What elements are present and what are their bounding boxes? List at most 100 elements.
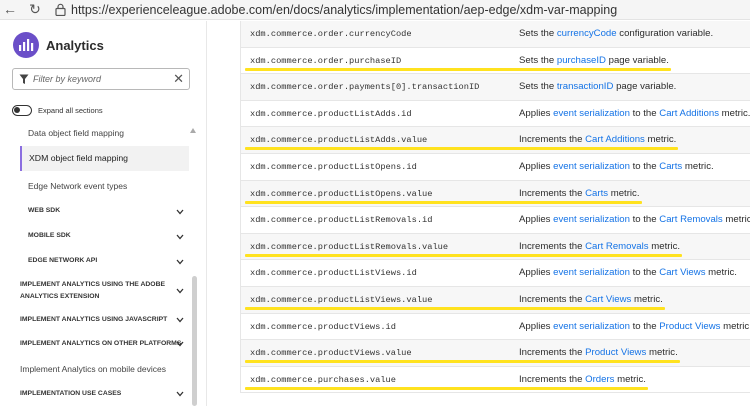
- xdm-field-code: xdm.commerce.productListRemovals.id: [250, 215, 433, 226]
- xdm-field-code: xdm.commerce.productListViews.id: [250, 268, 417, 279]
- description-link[interactable]: Cart Additions: [659, 108, 719, 119]
- description-text: Sets the: [519, 81, 557, 93]
- nav-item-label: EDGE NETWORK API: [28, 257, 98, 264]
- xdm-field-code: xdm.commerce.productListAdds.value: [250, 135, 428, 146]
- filter-funnel-icon: [19, 74, 29, 84]
- description-text: to the: [629, 320, 660, 332]
- description-text: Applies: [519, 320, 554, 332]
- expand-all-toggle[interactable]: [12, 105, 32, 116]
- description-link[interactable]: purchaseID: [557, 55, 606, 66]
- description-text: metric.: [614, 373, 646, 385]
- field-description: Increments the Cart Removals metric.: [519, 241, 680, 252]
- nav-item-label: IMPLEMENTATION USE CASES: [20, 390, 122, 397]
- filter-box[interactable]: ✕: [12, 68, 190, 90]
- description-link[interactable]: event serialization: [553, 214, 630, 225]
- description-text: Sets the: [519, 28, 557, 39]
- table-row: xdm.commerce.order.purchaseID Sets the pu…: [241, 47, 750, 75]
- main-content: xdm.commerce.order.currencyCode Sets the …: [208, 21, 750, 406]
- yellow-highlight-underline: [245, 147, 678, 151]
- description-link[interactable]: Cart Additions: [585, 134, 645, 145]
- description-link[interactable]: event serialization: [553, 321, 630, 332]
- chevron-down-icon[interactable]: [176, 288, 184, 294]
- yellow-highlight-underline: [245, 200, 642, 204]
- table-row: xdm.commerce.productListOpens.id Applies …: [241, 153, 750, 181]
- scroll-up-icon[interactable]: [190, 128, 196, 133]
- description-link[interactable]: Cart Removals: [659, 214, 722, 225]
- description-link[interactable]: event serialization: [553, 161, 630, 172]
- description-link[interactable]: Cart Views: [585, 294, 631, 305]
- table-row: xdm.commerce.productViews.value Increment…: [241, 340, 750, 367]
- back-arrow-icon[interactable]: ←: [2, 1, 18, 17]
- description-text: metric.: [720, 320, 750, 332]
- description-link[interactable]: Orders: [585, 374, 614, 385]
- description-text: to the: [629, 214, 660, 226]
- field-description: Increments the Cart Additions metric.: [519, 134, 676, 145]
- xdm-field-code: xdm.commerce.productListRemovals.value: [250, 241, 449, 252]
- description-link[interactable]: Carts: [659, 161, 682, 172]
- field-description: Applies event serialization to the Cart …: [519, 108, 750, 119]
- description-text: metric.: [682, 160, 714, 172]
- description-link[interactable]: Cart Views: [659, 267, 705, 278]
- description-text: Applies: [519, 107, 554, 119]
- description-text: Sets the: [519, 54, 557, 66]
- description-link[interactable]: Product Views: [659, 321, 720, 332]
- description-text: metric.: [648, 240, 681, 252]
- xdm-field-code: xdm.commerce.productListAdds.id: [250, 108, 412, 119]
- yellow-highlight-underline: [245, 67, 671, 71]
- description-link[interactable]: event serialization: [553, 267, 630, 278]
- address-bar-url[interactable]: https://experienceleague.adobe.com/en/do…: [71, 3, 617, 17]
- xdm-field-code: xdm.commerce.order.currencyCode: [250, 29, 412, 39]
- table-row: xdm.commerce.productListRemovals.id Appli…: [241, 207, 750, 234]
- table-row: xdm.commerce.productListViews.value Incre…: [241, 286, 750, 314]
- table-row: xdm.commerce.purchases.value Increments t…: [241, 366, 750, 394]
- yellow-highlight-underline: [245, 360, 680, 364]
- description-link[interactable]: transactionID: [557, 81, 614, 92]
- filter-input[interactable]: [33, 71, 173, 87]
- chevron-down-icon[interactable]: [176, 259, 184, 265]
- xdm-field-code: xdm.commerce.purchases.value: [250, 374, 396, 385]
- browser-toolbar: ← ↻ https://experienceleague.adobe.com/e…: [0, 0, 750, 20]
- description-link[interactable]: Carts: [585, 188, 608, 199]
- app-title: Analytics: [46, 38, 104, 53]
- chevron-down-icon[interactable]: [176, 341, 184, 347]
- xdm-field-code: xdm.commerce.productListOpens.value: [250, 188, 433, 199]
- active-nav-indicator: [20, 146, 22, 171]
- chevron-down-icon[interactable]: [176, 209, 184, 215]
- field-description: Sets the purchaseID page variable.: [519, 55, 669, 66]
- description-link[interactable]: Cart Removals: [585, 241, 648, 252]
- description-text: to the: [629, 160, 660, 172]
- chevron-down-icon[interactable]: [176, 317, 184, 323]
- description-link[interactable]: currencyCode: [557, 28, 617, 39]
- xdm-mapping-table: xdm.commerce.order.currencyCode Sets the …: [240, 21, 750, 394]
- description-text: to the: [629, 267, 660, 279]
- sidebar-scrollbar[interactable]: [192, 276, 197, 406]
- field-description: Applies event serialization to the Carts…: [519, 161, 714, 172]
- nav-item-label: Implement Analytics on mobile devices: [20, 364, 166, 374]
- nav-item-label: IMPLEMENT ANALYTICS USING THE ADOBE: [20, 281, 166, 288]
- chevron-down-icon[interactable]: [176, 234, 184, 240]
- sidebar: Analytics ✕ Expand all sections Data obj…: [0, 21, 207, 406]
- nav-item-label: IMPLEMENT ANALYTICS ON OTHER PLATFORMS: [20, 340, 182, 347]
- nav-item-label: Data object field mapping: [28, 128, 124, 138]
- description-link[interactable]: event serialization: [553, 108, 630, 119]
- description-text: Increments the: [519, 347, 586, 359]
- description-text: to the: [629, 107, 660, 119]
- field-description: Applies event serialization to the Produ…: [519, 321, 750, 332]
- yellow-highlight-underline: [245, 306, 665, 310]
- field-description: Increments the Carts metric.: [519, 188, 640, 199]
- reload-icon[interactable]: ↻: [27, 1, 43, 17]
- chevron-down-icon[interactable]: [176, 391, 184, 397]
- xdm-field-code: xdm.commerce.order.payments[0].transacti…: [250, 82, 480, 93]
- description-text: Applies: [519, 160, 554, 172]
- nav-item-label: MOBILE SDK: [28, 232, 71, 239]
- description-link[interactable]: Product Views: [585, 347, 646, 358]
- field-description: Sets the transactionID page variable.: [519, 81, 676, 92]
- clear-filter-icon[interactable]: ✕: [173, 72, 184, 86]
- description-text: metric.: [631, 293, 663, 305]
- description-text: metric.: [644, 134, 677, 146]
- description-text: metric.: [719, 107, 750, 119]
- xdm-field-code: xdm.commerce.order.purchaseID: [250, 55, 402, 66]
- lock-icon[interactable]: [55, 3, 66, 16]
- description-text: Increments the: [519, 293, 586, 305]
- description-text: Applies: [519, 267, 554, 279]
